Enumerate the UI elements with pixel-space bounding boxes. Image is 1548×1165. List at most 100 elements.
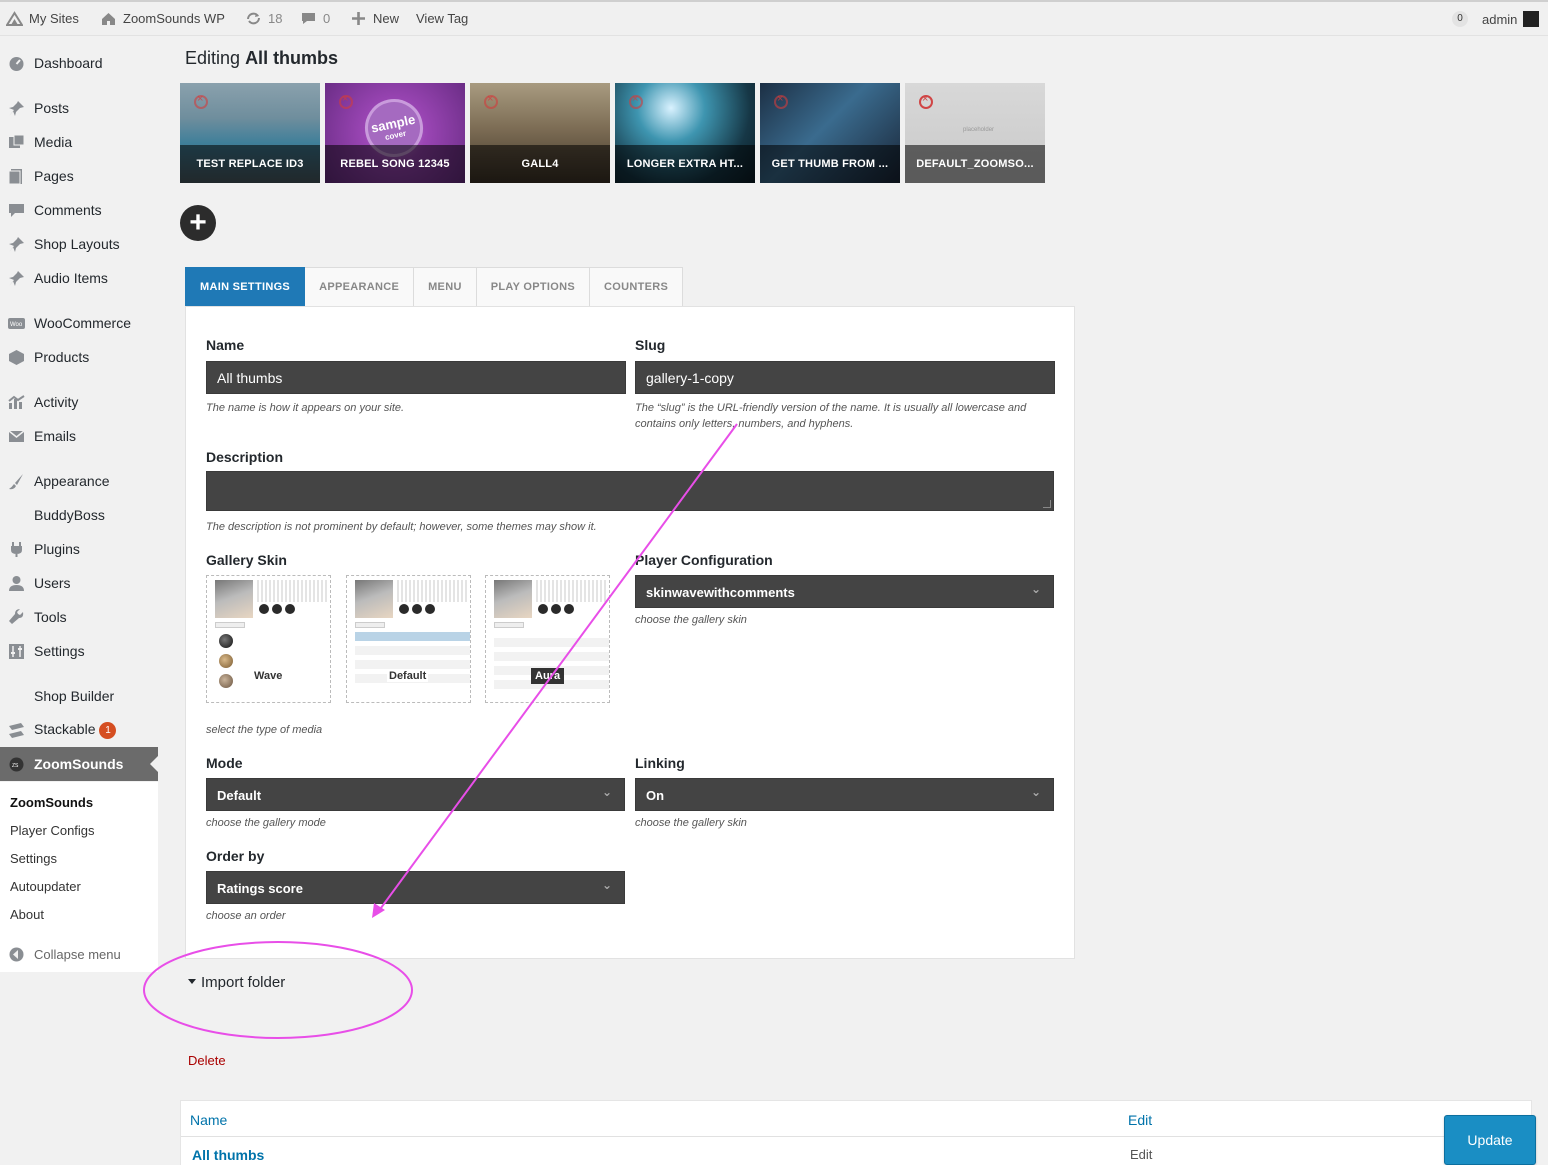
row-edit-link[interactable]: Edit (1130, 1147, 1152, 1162)
sidebar-item-label: Shop Builder (34, 688, 115, 704)
skin-option-wave[interactable]: Wave (206, 575, 331, 703)
name-label: Name (206, 337, 245, 353)
updates-link[interactable]: 18 (245, 11, 282, 26)
import-folder-toggle[interactable]: Import folder (188, 974, 285, 991)
sidebar-item-stackable[interactable]: Stackable 1 (0, 713, 158, 747)
thumbnail-caption: REBEL SONG 12345 (325, 145, 465, 183)
home-icon (100, 11, 117, 26)
user-account-link[interactable]: admin (1482, 11, 1540, 27)
sidebar-item-buddyboss[interactable]: BuddyBoss (0, 498, 158, 532)
sidebar-item-emails[interactable]: Emails (0, 419, 158, 453)
notifications-link[interactable]: 0 (1452, 11, 1468, 27)
slug-field[interactable]: gallery-1-copy (635, 361, 1055, 394)
admin-bar: My Sites ZoomSounds WP 18 0 New View Tag… (0, 0, 1548, 36)
collapse-arrow-icon (8, 946, 25, 963)
tab-menu[interactable]: MENU (414, 267, 477, 307)
sidebar-item-pages[interactable]: Pages (0, 159, 158, 193)
site-name-link[interactable]: ZoomSounds WP (100, 11, 225, 26)
collapse-menu-button[interactable]: Collapse menu (0, 937, 158, 971)
gallery-thumbnail[interactable]: placeholder DEFAULT_ZOOMSO... (905, 83, 1045, 183)
sidebar-item-media[interactable]: Media (0, 125, 158, 159)
skin-option-default[interactable]: Default (346, 575, 471, 703)
description-label: Description (206, 449, 284, 465)
sidebar-item-label: Posts (34, 100, 70, 116)
sidebar-item-settings[interactable]: Settings (0, 634, 158, 668)
sidebar-item-label: Shop Layouts (34, 236, 120, 252)
playlist-row (494, 638, 609, 647)
order-by-select[interactable]: Ratings score (206, 869, 625, 904)
playlist-row (355, 632, 470, 641)
gallery-thumbnail[interactable]: TEST REPLACE ID3 (180, 83, 320, 183)
gallery-thumbnail[interactable]: samplecoverREBEL SONG 12345 (325, 83, 465, 183)
column-header-edit[interactable]: Edit (1128, 1112, 1152, 1128)
sidebar-item-plugins[interactable]: Plugins (0, 532, 158, 566)
sidebar-item-shop-builder[interactable]: Shop Builder (0, 679, 158, 713)
new-content-link[interactable]: New (350, 11, 399, 26)
box-icon (8, 349, 25, 366)
thumbnail-caption: TEST REPLACE ID3 (180, 145, 320, 183)
sidebar-item-woocommerce[interactable]: Woo WooCommerce (0, 306, 158, 340)
submenu-item-player-configs[interactable]: Player Configs (10, 823, 95, 838)
add-item-button[interactable]: + (180, 205, 216, 241)
name-help: The name is how it appears on your site. (206, 402, 405, 414)
submenu-item-zoomsounds[interactable]: ZoomSounds (10, 795, 93, 810)
sidebar-item-posts[interactable]: Posts (0, 91, 158, 125)
sidebar-item-appearance[interactable]: Appearance (0, 464, 158, 498)
description-help: The description is not prominent by defa… (206, 521, 597, 533)
player-controls-icon (259, 604, 295, 614)
playlist-row (355, 646, 470, 655)
skin-name: Wave (254, 670, 283, 682)
submenu-item-settings[interactable]: Settings (10, 851, 57, 866)
row-name-link[interactable]: All thumbs (192, 1147, 264, 1163)
sidebar-item-users[interactable]: Users (0, 566, 158, 600)
column-header-name[interactable]: Name (190, 1112, 227, 1128)
sidebar-item-zoomsounds[interactable]: ZS ZoomSounds (0, 747, 158, 781)
skin-option-aura[interactable]: Aura (485, 575, 610, 703)
tab-counters[interactable]: COUNTERS (589, 267, 684, 307)
sidebar-item-products[interactable]: Products (0, 340, 158, 374)
sidebar-item-tools[interactable]: Tools (0, 600, 158, 634)
media-icon (8, 134, 25, 151)
settings-panel: Name All thumbs The name is how it appea… (185, 306, 1075, 959)
gallery-thumbnail[interactable]: GALL4 (470, 83, 610, 183)
gallery-thumbnail[interactable]: LONGER EXTRA HT... (615, 83, 755, 183)
remove-item-icon[interactable] (339, 93, 353, 109)
remove-item-icon[interactable] (194, 93, 208, 109)
sidebar-item-shop-layouts[interactable]: Shop Layouts (0, 227, 158, 261)
remove-item-icon[interactable] (774, 93, 788, 109)
svg-text:Woo: Woo (10, 322, 23, 328)
pin-icon (8, 100, 25, 117)
tab-play-options[interactable]: PLAY OPTIONS (476, 267, 590, 307)
mode-select[interactable]: Default (206, 776, 625, 811)
thumbnail-caption: GALL4 (470, 145, 610, 183)
submenu-item-autoupdater[interactable]: Autoupdater (10, 879, 81, 894)
linking-select[interactable]: On (635, 776, 1054, 811)
update-button[interactable]: Update (1444, 1115, 1536, 1165)
stackable-icon (8, 722, 25, 739)
comments-link[interactable]: 0 (300, 11, 330, 26)
sidebar-item-comments[interactable]: Comments (0, 193, 158, 227)
gallery-thumbnail[interactable]: GET THUMB FROM ... (760, 83, 900, 183)
sidebar-item-activity[interactable]: Activity (0, 385, 158, 419)
tab-main-settings[interactable]: MAIN SETTINGS (185, 267, 306, 307)
skin-name: Default (387, 670, 429, 682)
description-field[interactable] (206, 471, 1054, 511)
view-tag-link[interactable]: View Tag (416, 11, 468, 26)
tab-appearance[interactable]: APPEARANCE (305, 267, 415, 307)
waveform-icon (257, 580, 327, 602)
sidebar-item-audio-items[interactable]: Audio Items (0, 261, 158, 295)
avatar (1523, 11, 1540, 27)
email-icon (8, 428, 25, 445)
remove-item-icon[interactable] (484, 93, 498, 109)
remove-item-icon[interactable] (629, 93, 643, 109)
plug-icon (8, 541, 25, 558)
remove-item-icon[interactable] (919, 93, 933, 109)
submenu-item-about[interactable]: About (10, 907, 44, 922)
sidebar-item-dashboard[interactable]: Dashboard (0, 46, 158, 80)
my-sites-link[interactable]: My Sites (6, 11, 79, 26)
name-field[interactable]: All thumbs (206, 361, 626, 394)
player-config-select[interactable]: skinwavewithcomments (635, 573, 1054, 608)
delete-link[interactable]: Delete (188, 1053, 226, 1068)
view-tag-label: View Tag (416, 11, 469, 26)
resize-handle-icon[interactable] (1043, 500, 1051, 508)
